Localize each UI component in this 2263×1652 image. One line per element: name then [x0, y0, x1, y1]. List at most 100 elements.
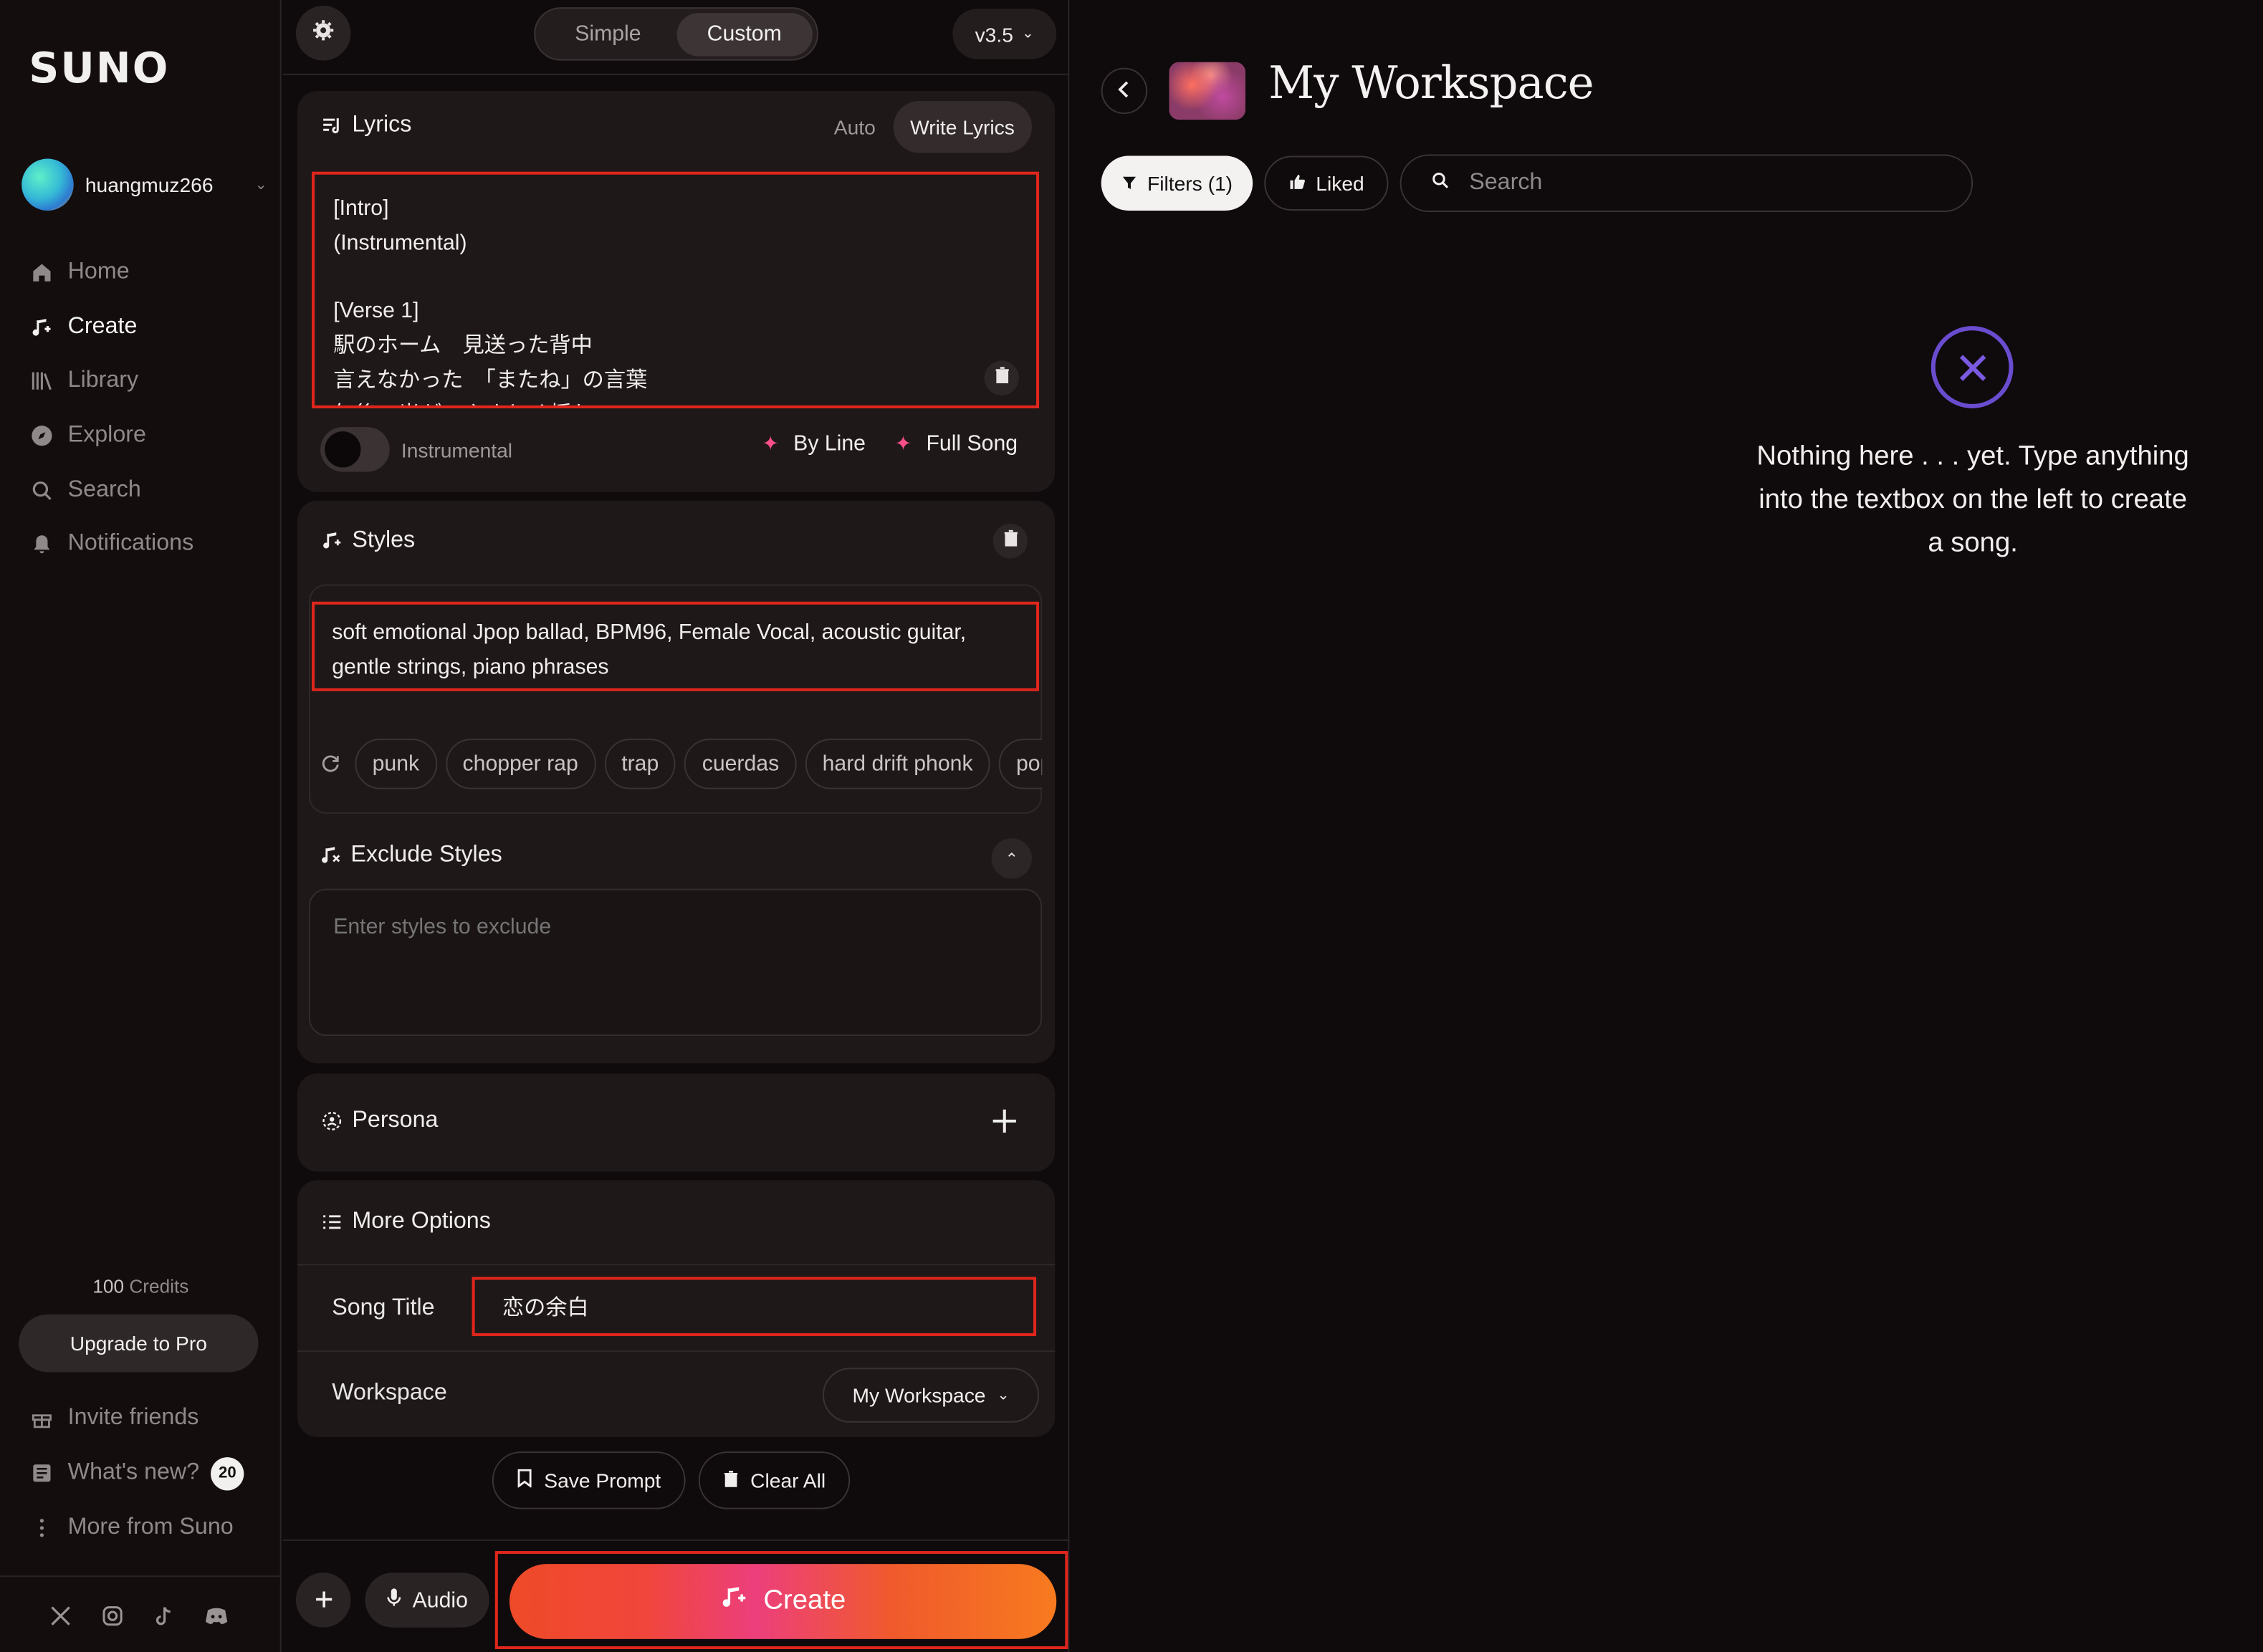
nav-label: Create	[67, 314, 138, 339]
exclude-styles-input[interactable]	[308, 888, 1043, 1037]
by-line-button[interactable]: ✦ By Line	[762, 431, 866, 456]
chevron-up-icon: ⌃	[1005, 850, 1019, 868]
settings-button[interactable]	[295, 6, 351, 61]
nav-label: Notifications	[67, 531, 194, 556]
version-label: v3.5	[975, 22, 1013, 46]
music-plus-icon	[29, 314, 54, 340]
instrumental-label: Instrumental	[401, 438, 513, 462]
more-from-suno-link[interactable]: More from Suno	[29, 1501, 274, 1556]
clear-lyrics-button[interactable]	[984, 360, 1019, 395]
workspace-label: Workspace	[332, 1380, 447, 1406]
nav-label: Home	[67, 259, 130, 284]
back-button[interactable]	[1101, 67, 1148, 115]
lyrics-mode-tabs: Auto Write Lyrics	[817, 100, 1033, 153]
credits-value: 100	[92, 1275, 125, 1297]
save-prompt-button[interactable]: Save Prompt	[492, 1451, 686, 1509]
collapse-exclude-button[interactable]: ⌃	[991, 838, 1033, 879]
style-chip[interactable]: cuerdas	[684, 738, 797, 789]
more-options-card: More Options Song Title 恋の余白 Workspace M…	[297, 1180, 1056, 1437]
style-chip[interactable]: pop	[998, 738, 1043, 789]
refresh-icon[interactable]	[320, 750, 340, 776]
lyrics-textarea[interactable]: [Intro] (Instrumental) [Verse 1] 駅のホーム 見…	[312, 171, 1040, 408]
sparkle-icon: ✦	[894, 431, 912, 455]
nav-item-explore[interactable]: Explore	[29, 408, 274, 463]
lyrics-icon	[322, 115, 342, 135]
workspace-thumbnail	[1169, 62, 1246, 120]
avatar	[21, 158, 74, 211]
lyrics-title: Lyrics	[352, 112, 412, 138]
create-button[interactable]: Create	[509, 1564, 1057, 1639]
model-version-select[interactable]: v3.5 ⌄	[952, 9, 1057, 59]
divider	[297, 1350, 1056, 1353]
liked-filter-button[interactable]: Liked	[1264, 155, 1389, 211]
more-options-title: More Options	[352, 1209, 491, 1234]
whats-new-link[interactable]: What's new? 20	[29, 1446, 274, 1501]
nav-label: Search	[67, 476, 141, 502]
styles-card: Styles soft emotional Jpop ballad, BPM96…	[297, 500, 1056, 1064]
chevron-down-icon: ⌄	[997, 1387, 1010, 1403]
library-icon	[29, 368, 54, 394]
workspace-search-input[interactable]: Search	[1400, 154, 1973, 213]
add-persona-button[interactable]	[986, 1103, 1023, 1140]
nav-item-search[interactable]: Search	[29, 463, 274, 517]
tiktok-icon[interactable]	[150, 1602, 177, 1629]
clear-styles-button[interactable]	[992, 524, 1028, 559]
invite-friends-link[interactable]: Invite friends	[29, 1391, 274, 1446]
write-lyrics-tab[interactable]: Write Lyrics	[892, 100, 1033, 153]
divider	[297, 1264, 1056, 1266]
music-off-icon	[320, 845, 340, 865]
instagram-icon[interactable]	[98, 1602, 125, 1629]
x-icon[interactable]	[46, 1602, 73, 1629]
mode-toggle: Simple Custom	[534, 7, 818, 61]
nav-item-create[interactable]: Create	[29, 299, 274, 354]
filter-icon	[1121, 172, 1137, 195]
plus-icon	[992, 1099, 1018, 1143]
instrumental-toggle[interactable]	[320, 427, 390, 472]
nav-item-home[interactable]: Home	[29, 245, 274, 299]
style-chip[interactable]: chopper rap	[445, 738, 595, 789]
divider	[0, 1575, 282, 1577]
microphone-icon	[386, 1587, 401, 1613]
style-chip[interactable]: trap	[604, 738, 676, 789]
add-audio-button[interactable]	[295, 1572, 351, 1628]
lyrics-card: Lyrics Auto Write Lyrics [Intro] (Instru…	[297, 90, 1056, 492]
toggle-knob	[325, 431, 361, 468]
full-song-button[interactable]: ✦ Full Song	[895, 431, 1018, 456]
lyrics-auto-tab[interactable]: Auto	[817, 101, 893, 153]
plus-icon	[314, 1583, 332, 1616]
mode-simple-tab[interactable]: Simple	[540, 12, 676, 55]
clear-all-button[interactable]: Clear All	[698, 1451, 851, 1509]
style-chip[interactable]: hard drift phonk	[805, 738, 990, 789]
user-menu[interactable]: huangmuz266 ⌄	[21, 158, 267, 211]
audio-button[interactable]: Audio	[365, 1572, 489, 1628]
list-icon	[322, 1212, 342, 1232]
workspace-select[interactable]: My Workspace ⌄	[822, 1368, 1040, 1423]
upgrade-button[interactable]: Upgrade to Pro	[19, 1314, 259, 1373]
divider	[282, 1539, 1070, 1541]
exclude-styles-header: Exclude Styles	[320, 842, 502, 868]
whats-new-label: What's new?	[67, 1460, 200, 1485]
search-placeholder: Search	[1469, 170, 1543, 195]
nav-item-notifications[interactable]: Notifications	[29, 517, 274, 572]
nav-item-library[interactable]: Library	[29, 354, 274, 408]
filters-label: Filters (1)	[1147, 171, 1233, 195]
chevron-left-icon	[1117, 80, 1132, 102]
trash-icon	[723, 1469, 739, 1492]
style-suggestions: punk chopper rap trap cuerdas hard drift…	[320, 737, 1043, 789]
main-nav: Home Create Library Explore Search Notif…	[29, 245, 274, 571]
filters-button[interactable]: Filters (1)	[1101, 155, 1253, 211]
close-circle-icon	[1931, 326, 2014, 408]
compass-icon	[29, 423, 54, 448]
workspace-title: My Workspace	[1268, 57, 1594, 110]
more-options-header[interactable]: More Options	[322, 1209, 491, 1235]
mode-custom-tab[interactable]: Custom	[676, 12, 813, 56]
credits-label: Credits	[129, 1275, 189, 1297]
styles-textarea[interactable]: soft emotional Jpop ballad, BPM96, Femal…	[312, 601, 1040, 691]
style-chip[interactable]: punk	[355, 738, 437, 789]
liked-label: Liked	[1316, 171, 1364, 195]
discord-icon[interactable]	[202, 1602, 229, 1629]
song-title-label: Song Title	[332, 1295, 435, 1320]
song-title-input[interactable]: 恋の余白	[472, 1277, 1037, 1336]
thumbs-up-icon	[1288, 172, 1306, 195]
suno-logo[interactable]: SUNO	[29, 43, 169, 92]
